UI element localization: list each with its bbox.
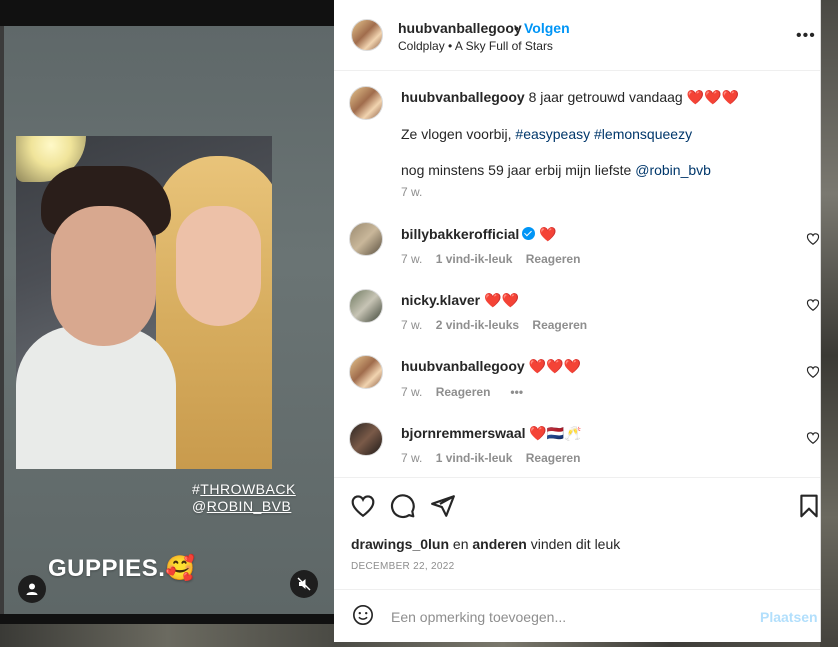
comment-username[interactable]: huubvanballegooy: [401, 358, 525, 374]
reply-button[interactable]: Reageren: [532, 318, 587, 332]
comment-age[interactable]: 7 w.: [401, 252, 422, 266]
liker-username[interactable]: drawings_0lun: [351, 536, 449, 552]
post-audio-subtitle[interactable]: Coldplay • A Sky Full of Stars: [398, 39, 553, 53]
post-date[interactable]: DECEMBER 22, 2022: [351, 561, 454, 572]
author-avatar[interactable]: [351, 19, 383, 51]
background-grid-edge: [820, 0, 838, 647]
author-username[interactable]: huubvanballegooy: [398, 20, 522, 36]
emoji-icon[interactable]: [352, 604, 374, 626]
comment-meta: 7 w. 1 vind-ik-leuk Reageren: [401, 451, 580, 465]
media-bottom-bar: [0, 614, 334, 624]
heart-outline-icon[interactable]: [806, 232, 820, 246]
like-heart-icon[interactable]: [350, 493, 376, 519]
comment-meta: 7 w. Reageren •••: [401, 385, 523, 399]
heart-outline-icon[interactable]: [806, 365, 820, 379]
comment-bubble-icon[interactable]: [390, 493, 416, 519]
comment-text: bjornremmerswaal ❤️🇳🇱🥂: [401, 425, 582, 441]
story-media[interactable]: #THROWBACK @ROBIN_BVB GUPPIES.🥰: [4, 26, 334, 614]
heart-outline-icon[interactable]: [806, 298, 820, 312]
hashtag-lemonsqueezy[interactable]: #lemonsqueezy: [594, 126, 692, 142]
story-photo: [16, 136, 272, 469]
comment-avatar[interactable]: [349, 355, 383, 389]
comment-username[interactable]: nicky.klaver: [401, 292, 480, 308]
post-panel: huubvanballegooy • Volgen Coldplay • A S…: [334, 0, 821, 642]
likers-others-link[interactable]: anderen: [472, 536, 526, 552]
comment-meta: 7 w. 2 vind-ik-leuks Reageren: [401, 318, 587, 332]
verified-badge-icon: [522, 227, 536, 240]
tagged-users-button[interactable]: [18, 575, 46, 603]
comment-like-count[interactable]: 2 vind-ik-leuks: [436, 318, 519, 332]
comment-age[interactable]: 7 w.: [401, 385, 422, 399]
mute-button[interactable]: [290, 570, 318, 598]
comment-text: nicky.klaver ❤️❤️: [401, 292, 519, 308]
caption-line-3: nog minstens 59 jaar erbij mijn liefste …: [401, 162, 711, 178]
comment-text: huubvanballegooy ❤️❤️❤️: [401, 358, 581, 374]
hashtag-easypeasy[interactable]: #easypeasy: [515, 126, 590, 142]
caption-line-2: Ze vlogen voorbij, #easypeasy #lemonsque…: [401, 126, 693, 142]
share-paper-plane-icon[interactable]: [430, 493, 456, 519]
reply-button[interactable]: Reageren: [436, 385, 491, 399]
comment-avatar[interactable]: [349, 289, 383, 323]
separator-dot: •: [514, 20, 519, 36]
story-tag-mention: @ROBIN_BVB: [192, 498, 292, 514]
comment-avatar[interactable]: [349, 222, 383, 256]
comment-age[interactable]: 7 w.: [401, 318, 422, 332]
heart-outline-icon[interactable]: [806, 431, 820, 445]
caption-line-1: huubvanballegooy 8 jaar getrouwd vandaag…: [401, 89, 739, 105]
post-header: huubvanballegooy • Volgen Coldplay • A S…: [334, 0, 820, 71]
comment-username[interactable]: bjornremmerswaal: [401, 425, 526, 441]
user-icon: [26, 583, 38, 595]
comment-more-icon[interactable]: •••: [510, 385, 523, 399]
comment-meta: 7 w. 1 vind-ik-leuk Reageren: [401, 252, 580, 266]
reply-button[interactable]: Reageren: [526, 451, 581, 465]
speaker-muted-icon: [297, 577, 311, 591]
story-caption: GUPPIES.🥰: [48, 555, 196, 582]
comment-input[interactable]: [389, 606, 733, 628]
comment-like-count[interactable]: 1 vind-ik-leuk: [436, 451, 513, 465]
likes-summary: drawings_0lun en anderen vinden dit leuk: [351, 536, 621, 552]
comment-age[interactable]: 7 w.: [401, 451, 422, 465]
comment-avatar[interactable]: [349, 422, 383, 456]
comment-username[interactable]: billybakkerofficial: [401, 226, 519, 242]
caption-avatar[interactable]: [349, 86, 383, 120]
caption-age[interactable]: 7 w.: [401, 185, 422, 199]
post-comment-button[interactable]: Plaatsen: [760, 609, 818, 625]
story-tag-throwback: #THROWBACK: [192, 481, 296, 497]
media-top-bar: [0, 0, 334, 26]
caption-username[interactable]: huubvanballegooy: [401, 89, 525, 105]
save-bookmark-icon[interactable]: [796, 493, 822, 519]
comment-like-count[interactable]: 1 vind-ik-leuk: [436, 252, 513, 266]
follow-button[interactable]: Volgen: [524, 20, 570, 36]
comment-text: billybakkerofficial ❤️: [401, 226, 557, 242]
more-options-icon[interactable]: •••: [796, 27, 816, 45]
mention-robin[interactable]: @robin_bvb: [635, 162, 711, 178]
reply-button[interactable]: Reageren: [526, 252, 581, 266]
